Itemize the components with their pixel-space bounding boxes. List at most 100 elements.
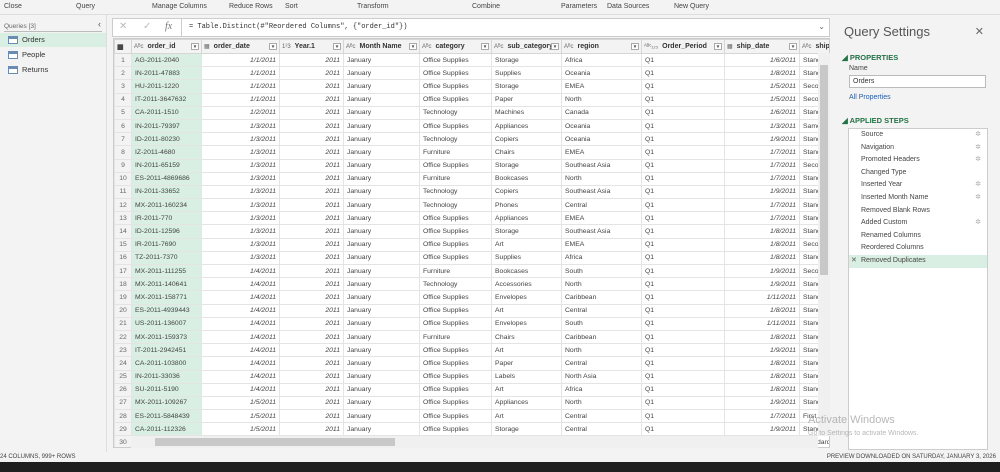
cell-sub_category[interactable]: Supplies: [491, 250, 562, 266]
cell-month-name[interactable]: January: [343, 158, 420, 173]
cell-year-1[interactable]: 2011: [279, 277, 344, 292]
cell-region[interactable]: North: [561, 395, 642, 411]
cell-region[interactable]: North: [561, 277, 642, 292]
cell-order_period[interactable]: Q1: [641, 237, 725, 252]
applied-step[interactable]: Renamed Columns: [849, 230, 987, 243]
cell-ship_date[interactable]: 1/8/2011: [724, 303, 800, 318]
cell-category[interactable]: Office Supplies: [419, 237, 492, 252]
cell-order_id[interactable]: MX-2011-109267: [131, 395, 202, 411]
cell-category[interactable]: Office Supplies: [419, 118, 492, 134]
filter-dropdown-icon[interactable]: ▾: [714, 43, 722, 50]
row-number[interactable]: 6: [114, 118, 132, 134]
ribbon-group-data-sources[interactable]: Data Sources: [607, 3, 649, 10]
cell-order_period[interactable]: Q1: [641, 184, 725, 200]
column-header-ship_mode[interactable]: Aᴮcship_mode▾: [799, 39, 829, 54]
cell-year-1[interactable]: 2011: [279, 263, 344, 279]
cell-order_period[interactable]: Q1: [641, 422, 725, 437]
cell-region[interactable]: Africa: [561, 250, 642, 266]
cell-month-name[interactable]: January: [343, 184, 420, 200]
cell-category[interactable]: Office Supplies: [419, 92, 492, 107]
delete-step-icon[interactable]: ✕: [851, 255, 857, 268]
cell-category[interactable]: Office Supplies: [419, 395, 492, 411]
cell-region[interactable]: North: [561, 343, 642, 358]
applied-step[interactable]: ✕ Removed Duplicates: [849, 254, 987, 268]
cell-ship_date[interactable]: 1/9/2011: [724, 184, 800, 200]
cell-ship_date[interactable]: 1/9/2011: [724, 422, 800, 437]
cell-order_date[interactable]: 1/4/2011: [201, 277, 280, 292]
cell-region[interactable]: Southeast Asia: [561, 184, 642, 200]
cell-month-name[interactable]: January: [343, 303, 420, 318]
cell-order_period[interactable]: Q1: [641, 224, 725, 239]
applied-step[interactable]: Changed Type: [849, 167, 987, 180]
column-header-year-1[interactable]: 1²3 Year.1 ▾: [279, 39, 344, 54]
chevron-down-icon[interactable]: ⌄: [818, 22, 825, 31]
cell-order_period[interactable]: Q1: [641, 132, 725, 147]
cell-order_id[interactable]: CA-2011-103800: [131, 356, 202, 371]
all-properties-link[interactable]: All Properties: [849, 94, 891, 101]
cell-ship_date[interactable]: 1/5/2011: [724, 79, 800, 94]
query-item-people[interactable]: People: [0, 48, 106, 62]
cell-region[interactable]: Canada: [561, 105, 642, 120]
cell-ship_date[interactable]: 1/6/2011: [724, 52, 800, 68]
row-number[interactable]: 15: [114, 237, 132, 252]
cell-order_date[interactable]: 1/1/2011: [201, 79, 280, 94]
cell-order_date[interactable]: 1/4/2011: [201, 369, 280, 384]
cell-order_id[interactable]: IR-2011-7690: [131, 237, 202, 252]
cell-order_period[interactable]: Q1: [641, 250, 725, 266]
cell-month-name[interactable]: January: [343, 79, 420, 94]
cell-sub_category[interactable]: Appliances: [491, 118, 562, 134]
cell-order_period[interactable]: Q1: [641, 303, 725, 318]
cell-category[interactable]: Office Supplies: [419, 66, 492, 81]
cell-region[interactable]: North Asia: [561, 369, 642, 384]
filter-dropdown-icon[interactable]: ▾: [551, 43, 559, 50]
cell-order_date[interactable]: 1/5/2011: [201, 422, 280, 437]
cell-year-1[interactable]: 2011: [279, 132, 344, 147]
ribbon-group-reduce-rows[interactable]: Reduce Rows: [229, 3, 273, 10]
cell-ship_date[interactable]: 1/11/2011: [724, 290, 800, 305]
cell-category[interactable]: Office Supplies: [419, 316, 492, 331]
cell-sub_category[interactable]: Accessories: [491, 277, 562, 292]
cell-ship_date[interactable]: 1/7/2011: [724, 409, 800, 424]
cell-month-name[interactable]: January: [343, 277, 420, 292]
cell-sub_category[interactable]: Appliances: [491, 395, 562, 411]
cell-category[interactable]: Office Supplies: [419, 409, 492, 424]
cell-order_period[interactable]: Q1: [641, 198, 725, 213]
type-abc-icon[interactable]: Aᴮc: [564, 44, 574, 50]
cell-ship_date[interactable]: 1/7/2011: [724, 198, 800, 213]
cell-ship_date[interactable]: 1/8/2011: [724, 329, 800, 345]
cell-year-1[interactable]: 2011: [279, 356, 344, 371]
cell-year-1[interactable]: 2011: [279, 105, 344, 120]
row-number[interactable]: 12: [114, 198, 132, 213]
cell-sub_category[interactable]: Envelopes: [491, 290, 562, 305]
row-number[interactable]: 30: [114, 435, 132, 447]
name-input[interactable]: Orders: [849, 75, 986, 88]
cell-order_id[interactable]: ID-2011-80230: [131, 132, 202, 147]
cell-order_date[interactable]: 1/5/2011: [201, 395, 280, 411]
cell-order_id[interactable]: MX-2011-159373: [131, 329, 202, 345]
cell-order_period[interactable]: Q1: [641, 145, 725, 160]
cell-region[interactable]: Southeast Asia: [561, 158, 642, 173]
cell-order_id[interactable]: IZ-2011-4680: [131, 145, 202, 160]
cell-category[interactable]: Office Supplies: [419, 79, 492, 94]
column-header-category[interactable]: Aᴮc category ▾: [419, 39, 492, 54]
gear-icon[interactable]: ✲: [975, 142, 981, 155]
cell-month-name[interactable]: January: [343, 329, 420, 345]
cell-order_id[interactable]: IN-2011-33036: [131, 369, 202, 384]
filter-dropdown-icon[interactable]: ▾: [333, 43, 341, 50]
cell-region[interactable]: Caribbean: [561, 290, 642, 305]
row-number[interactable]: 22: [114, 329, 132, 345]
cell-order_date[interactable]: 1/3/2011: [201, 184, 280, 200]
type-abc-icon[interactable]: Aᴮc: [802, 44, 812, 50]
cell-region[interactable]: Oceania: [561, 66, 642, 81]
cell-month-name[interactable]: January: [343, 66, 420, 81]
type-abc-icon[interactable]: Aᴮc: [134, 44, 144, 50]
applied-step[interactable]: Promoted Headers ✲: [849, 154, 987, 167]
cell-order_date[interactable]: 1/3/2011: [201, 198, 280, 213]
cell-region[interactable]: Central: [561, 422, 642, 437]
close-icon[interactable]: ✕: [975, 25, 984, 38]
cell-order_period[interactable]: Q1: [641, 79, 725, 94]
filter-dropdown-icon[interactable]: ▾: [481, 43, 489, 50]
cell-sub_category[interactable]: Storage: [491, 422, 562, 437]
row-number[interactable]: 21: [114, 316, 132, 331]
cell-month-name[interactable]: January: [343, 198, 420, 213]
